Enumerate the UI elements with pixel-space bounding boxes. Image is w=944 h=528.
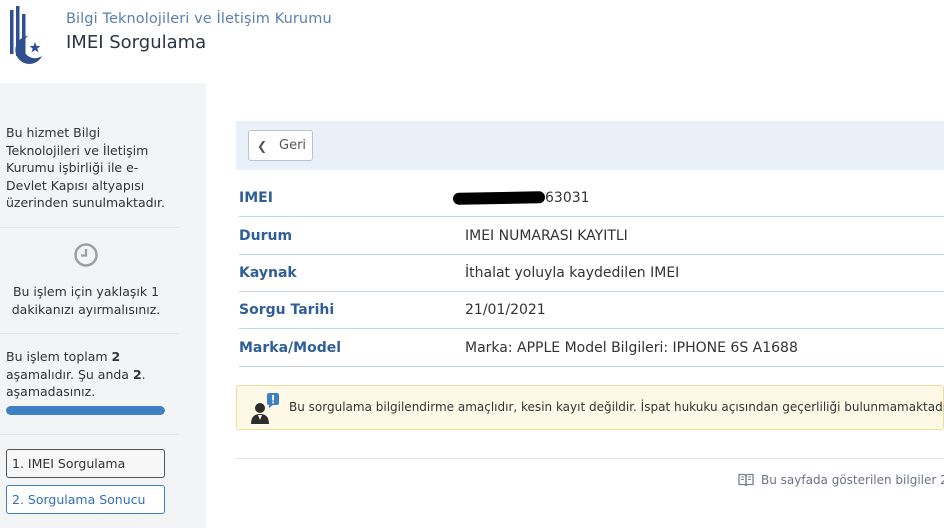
org-name: Bilgi Teknolojileri ve İletişim Kurumu xyxy=(66,11,332,27)
row-label: Sorgu Tarihi xyxy=(239,293,461,329)
row-value: IMEI NUMARASI KAYITLI xyxy=(461,219,944,255)
step-progress-bar xyxy=(6,406,165,415)
row-label: Kaynak xyxy=(239,256,461,292)
step-item-imei-sorgulama[interactable]: 1. IMEI Sorgulama xyxy=(6,449,165,478)
btk-logo-icon[interactable] xyxy=(8,6,48,64)
chevron-left-icon: ❮ xyxy=(257,138,268,153)
sidebar-divider xyxy=(0,333,179,334)
back-button-label: Geri xyxy=(279,138,307,153)
row-value: İthalat yoluyla kaydedilen IMEI xyxy=(461,256,944,292)
result-row-durum: Durum IMEI NUMARASI KAYITLI xyxy=(236,219,944,256)
result-row-marka-model: Marka/Model Marka: APPLE Model Bilgileri… xyxy=(236,331,944,368)
footer-note-text: Bu sayfada gösterilen bilgiler 21 O xyxy=(761,473,944,487)
service-info-text: Bu hizmet Bilgi Teknolojileri ve İletişi… xyxy=(6,125,165,211)
sidebar-divider xyxy=(0,227,179,228)
step-item-sorgulama-sonucu[interactable]: 2. Sorgulama Sonucu xyxy=(6,485,165,514)
back-button[interactable]: ❮ Geri xyxy=(248,130,313,161)
footer-divider xyxy=(236,458,944,459)
notice-text: Bu sorgulama bilgilendirme amaçlıdır, ke… xyxy=(289,400,944,414)
step-progress-fill xyxy=(6,406,165,415)
action-toolbar: ❮ Geri xyxy=(236,121,944,170)
row-label: IMEI xyxy=(239,181,461,217)
footer-note: Bu sayfada gösterilen bilgiler 21 O xyxy=(738,473,944,487)
result-row-sorgu-tarihi: Sorgu Tarihi 21/01/2021 xyxy=(236,293,944,330)
row-value: Marka: APPLE Model Bilgileri: IPHONE 6S … xyxy=(461,331,944,367)
result-row-kaynak: Kaynak İthalat yoluyla kaydedilen IMEI xyxy=(236,256,944,293)
row-label: Marka/Model xyxy=(239,331,461,367)
page-header: Bilgi Teknolojileri ve İletişim Kurumu I… xyxy=(0,0,944,83)
sidebar-divider xyxy=(0,434,179,435)
sidebar: Bu hizmet Bilgi Teknolojileri ve İletişi… xyxy=(0,83,206,528)
duration-text: Bu işlem için yaklaşık 1 dakikanızı ayır… xyxy=(11,284,161,317)
clock-icon xyxy=(74,243,98,267)
row-label: Durum xyxy=(239,219,461,255)
info-notice: Bu sorgulama bilgilendirme amaçlıdır, ke… xyxy=(236,385,944,430)
redaction-mark xyxy=(452,191,546,205)
row-value: 21/01/2021 xyxy=(461,293,944,329)
row-value: 63031 xyxy=(452,181,944,217)
person-alert-icon xyxy=(251,393,279,424)
book-icon xyxy=(738,473,754,487)
imei-value: 63031 xyxy=(545,190,590,206)
main-content: ❮ Geri IMEI 63031 Durum IMEI NUMARASI KA… xyxy=(206,83,944,528)
page-title: IMEI Sorgulama xyxy=(66,32,207,53)
step-info-text: Bu işlem toplam 2 aşamalıdır. Şu anda 2.… xyxy=(6,349,146,400)
result-row-imei: IMEI 63031 xyxy=(236,181,944,218)
